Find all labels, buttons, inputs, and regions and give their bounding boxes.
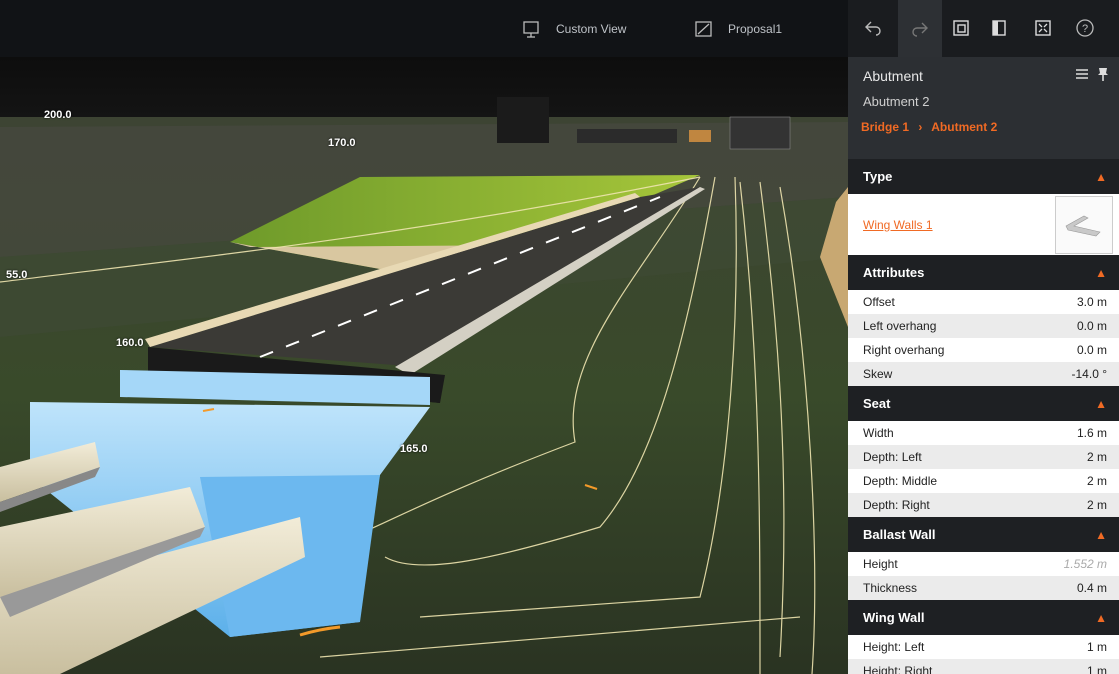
type-link[interactable]: Wing Walls 1 [863, 218, 933, 232]
properties-panel: Abutment Abutment 2 Bridge 1 › Abutment … [848, 57, 1119, 674]
property-value[interactable]: 0.4 m [1077, 581, 1107, 595]
property-label: Depth: Left [863, 450, 922, 464]
section-title: Seat [863, 396, 891, 411]
property-row[interactable]: Skew -14.0 ° [848, 362, 1119, 386]
property-row[interactable]: Offset 3.0 m [848, 290, 1119, 314]
panel-header-actions [1075, 67, 1109, 81]
chevron-up-icon: ▲ [1095, 610, 1107, 625]
monitor-icon [523, 21, 539, 38]
property-label: Thickness [863, 581, 918, 595]
property-value[interactable]: -14.0 ° [1072, 367, 1107, 381]
3d-viewport[interactable]: 200.0 170.0 55.0 160.0 165.0 [0, 57, 848, 674]
property-value[interactable]: 1.552 m [1064, 557, 1107, 571]
pin-icon[interactable] [1097, 67, 1109, 81]
property-value[interactable]: 2 m [1087, 450, 1107, 464]
copy-icon [953, 20, 969, 36]
help-icon: ? [1076, 19, 1094, 37]
menu-icon[interactable] [1075, 67, 1089, 81]
property-label: Offset [863, 295, 895, 309]
property-label: Left overhang [863, 319, 937, 333]
section-title: Attributes [863, 265, 925, 280]
property-label: Height [863, 557, 898, 571]
property-row[interactable]: Left overhang 0.0 m [848, 314, 1119, 338]
property-label: Depth: Middle [863, 474, 938, 488]
help-button[interactable]: ? [1072, 15, 1098, 41]
toolbar-actions: ? [848, 0, 1119, 57]
top-toolbar: Custom View Proposal1 ? [0, 0, 1119, 57]
section-seat-header[interactable]: Seat ▲ [848, 386, 1119, 421]
property-row[interactable]: Depth: Left 2 m [848, 445, 1119, 469]
property-value[interactable]: 3.0 m [1077, 295, 1107, 309]
property-label: Width [863, 426, 894, 440]
property-row[interactable]: Width 1.6 m [848, 421, 1119, 445]
property-label: Height: Left [863, 640, 925, 654]
type-thumbnail[interactable] [1055, 195, 1113, 254]
property-label: Right overhang [863, 343, 945, 357]
chevron-up-icon: ▲ [1095, 169, 1107, 184]
type-row: Wing Walls 1 [848, 194, 1119, 255]
section-ballast-wall-header[interactable]: Ballast Wall ▲ [848, 517, 1119, 552]
section-type-header[interactable]: Type ▲ [848, 159, 1119, 194]
panel-title: Abutment [863, 68, 923, 84]
fit-icon [1035, 20, 1051, 36]
property-label: Skew [863, 367, 893, 381]
property-label: Depth: Right [863, 498, 930, 512]
breadcrumb: Bridge 1 › Abutment 2 [861, 120, 1003, 134]
chevron-up-icon: ▲ [1095, 265, 1107, 280]
wing-wall-thumbnail-icon [1065, 215, 1101, 236]
property-row[interactable]: Height: Right 1 m [848, 659, 1119, 674]
proposal-icon [695, 21, 712, 37]
breadcrumb-separator: › [918, 120, 923, 134]
fit-view-button[interactable] [1030, 15, 1056, 41]
property-row[interactable]: Depth: Middle 2 m [848, 469, 1119, 493]
svg-text:?: ? [1082, 23, 1088, 35]
property-value[interactable]: 2 m [1087, 474, 1107, 488]
view-label: Custom View [556, 22, 627, 36]
panel-icon [992, 20, 1006, 36]
elevation-label: 165.0 [400, 443, 428, 455]
undo-icon [865, 21, 881, 36]
elevation-label: 200.0 [44, 109, 72, 121]
panel-header: Abutment Abutment 2 Bridge 1 › Abutment … [848, 57, 1119, 139]
panel-toggle-button[interactable] [986, 15, 1012, 41]
proposal-label: Proposal1 [728, 22, 783, 36]
scene-render [0, 57, 848, 674]
chevron-up-icon: ▲ [1095, 527, 1107, 542]
elevation-label: 170.0 [328, 137, 356, 149]
section-attributes-header[interactable]: Attributes ▲ [848, 255, 1119, 290]
property-value[interactable]: 0.0 m [1077, 319, 1107, 333]
property-row[interactable]: Thickness 0.4 m [848, 576, 1119, 600]
property-row[interactable]: Depth: Right 2 m [848, 493, 1119, 517]
property-value[interactable]: 1.6 m [1077, 426, 1107, 440]
proposal-selector[interactable]: Proposal1 [694, 17, 782, 41]
panel-subtitle: Abutment 2 [863, 94, 930, 109]
copy-button[interactable] [948, 15, 974, 41]
undo-button[interactable] [860, 15, 886, 41]
view-selector[interactable]: Custom View [522, 17, 626, 41]
property-row[interactable]: Height: Left 1 m [848, 635, 1119, 659]
elevation-label: 55.0 [6, 269, 28, 281]
breadcrumb-item[interactable]: Bridge 1 [861, 120, 909, 134]
section-title: Type [863, 169, 893, 184]
section-title: Ballast Wall [863, 527, 936, 542]
property-value[interactable]: 0.0 m [1077, 343, 1107, 357]
section-title: Wing Wall [863, 610, 925, 625]
property-row[interactable]: Height 1.552 m [848, 552, 1119, 576]
redo-icon [912, 22, 928, 37]
section-wing-wall-header[interactable]: Wing Wall ▲ [848, 600, 1119, 635]
redo-button[interactable] [898, 0, 942, 57]
property-row[interactable]: Right overhang 0.0 m [848, 338, 1119, 362]
property-value[interactable]: 1 m [1087, 640, 1107, 654]
chevron-up-icon: ▲ [1095, 396, 1107, 411]
elevation-label: 160.0 [116, 337, 144, 349]
breadcrumb-item[interactable]: Abutment 2 [931, 120, 997, 134]
property-value[interactable]: 1 m [1087, 664, 1107, 674]
property-value[interactable]: 2 m [1087, 498, 1107, 512]
property-label: Height: Right [863, 664, 933, 674]
